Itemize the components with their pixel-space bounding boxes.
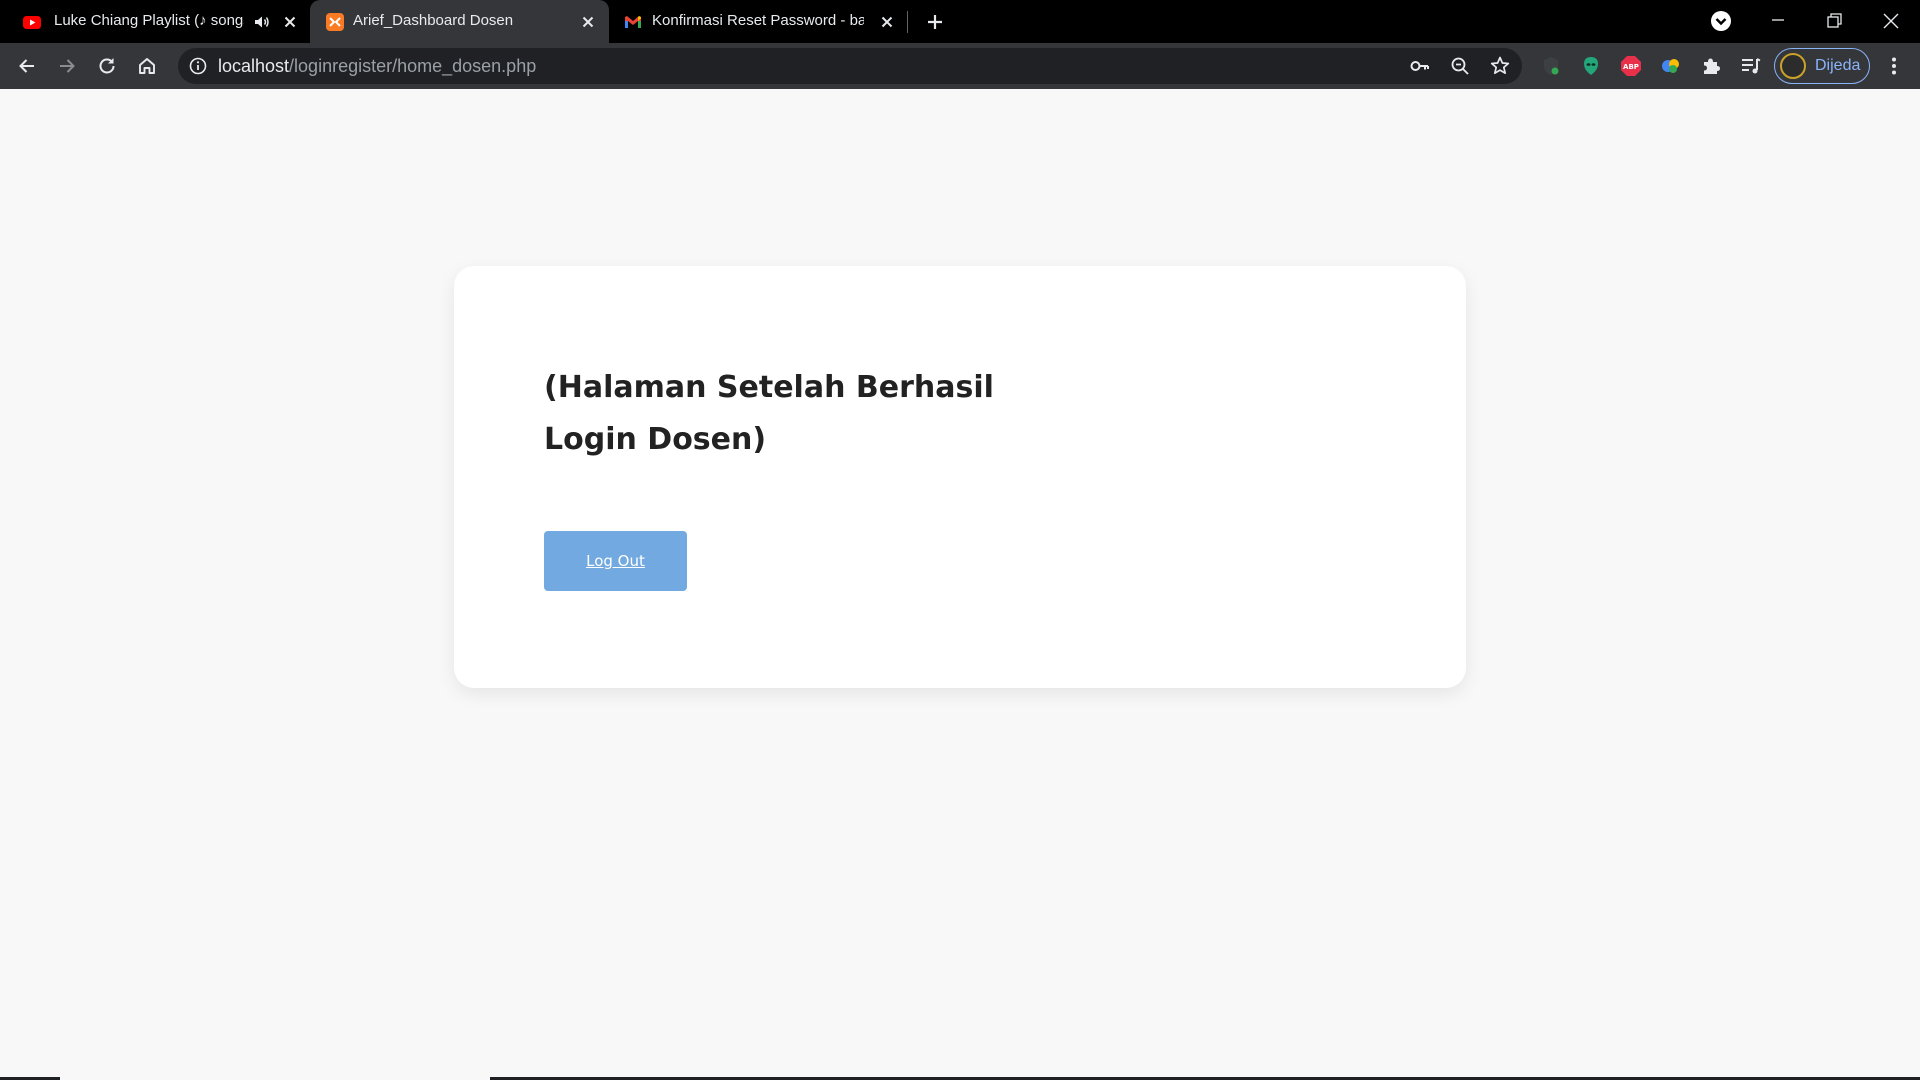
tab-divider <box>907 11 908 33</box>
svg-text:ABP: ABP <box>1623 63 1639 71</box>
browser-tabstrip: Luke Chiang Playlist (♪ songs Arief_Dash… <box>0 0 1920 43</box>
extension-shield-icon[interactable] <box>1539 54 1563 78</box>
close-window-icon[interactable] <box>1878 8 1904 34</box>
xampp-icon <box>326 13 344 31</box>
tab-gmail[interactable]: Konfirmasi Reset Password - baih <box>609 0 907 43</box>
page-content: (Halaman Setelah Berhasil Login Dosen) L… <box>0 89 1920 1080</box>
tab-title: Konfirmasi Reset Password - baih <box>652 12 864 29</box>
tab-title: Arief_Dashboard Dosen <box>353 12 514 29</box>
forward-icon[interactable] <box>53 52 81 80</box>
key-icon[interactable] <box>1408 54 1432 78</box>
bookmark-star-icon[interactable] <box>1488 54 1512 78</box>
tab-search-icon[interactable] <box>1708 8 1734 34</box>
url-text[interactable]: localhost/loginregister/home_dosen.php <box>218 56 536 76</box>
close-icon[interactable] <box>578 12 598 32</box>
url-host: localhost <box>218 56 290 76</box>
youtube-icon <box>23 16 41 29</box>
logout-button[interactable]: Log Out <box>544 531 687 591</box>
extension-alien-icon[interactable] <box>1579 54 1603 78</box>
extension-palette-icon[interactable] <box>1659 54 1683 78</box>
restore-icon[interactable] <box>1821 8 1847 34</box>
reload-icon[interactable] <box>93 52 121 80</box>
gmail-icon <box>625 16 641 28</box>
speaker-icon[interactable] <box>253 13 271 31</box>
extensions-puzzle-icon[interactable] <box>1699 54 1723 78</box>
kebab-menu-icon[interactable] <box>1880 52 1908 80</box>
page-title: (Halaman Setelah Berhasil Login Dosen) <box>544 370 994 457</box>
address-bar[interactable]: localhost/loginregister/home_dosen.php <box>178 48 1522 84</box>
back-icon[interactable] <box>13 52 41 80</box>
dashboard-card: (Halaman Setelah Berhasil Login Dosen) L… <box>454 266 1466 688</box>
media-playlist-icon[interactable] <box>1739 54 1763 78</box>
profile-button[interactable]: Dijeda <box>1774 48 1870 84</box>
minimize-icon[interactable] <box>1765 8 1791 34</box>
home-icon[interactable] <box>133 52 161 80</box>
tab-title: Luke Chiang Playlist (♪ songs <box>54 12 244 29</box>
url-path: /loginregister/home_dosen.php <box>289 56 537 76</box>
close-icon[interactable] <box>280 12 300 32</box>
tab-dashboard-dosen[interactable]: Arief_Dashboard Dosen <box>310 0 609 43</box>
profile-status-label: Dijeda <box>1815 57 1861 74</box>
tab-youtube[interactable]: Luke Chiang Playlist (♪ songs <box>0 0 310 43</box>
avatar <box>1780 53 1806 79</box>
new-tab-icon[interactable] <box>923 10 947 34</box>
adblock-plus-icon[interactable]: ABP <box>1619 54 1643 78</box>
zoom-icon[interactable] <box>1448 54 1472 78</box>
close-icon[interactable] <box>877 12 897 32</box>
browser-toolbar: localhost/loginregister/home_dosen.php A… <box>0 43 1920 89</box>
site-info-icon[interactable] <box>188 56 208 76</box>
